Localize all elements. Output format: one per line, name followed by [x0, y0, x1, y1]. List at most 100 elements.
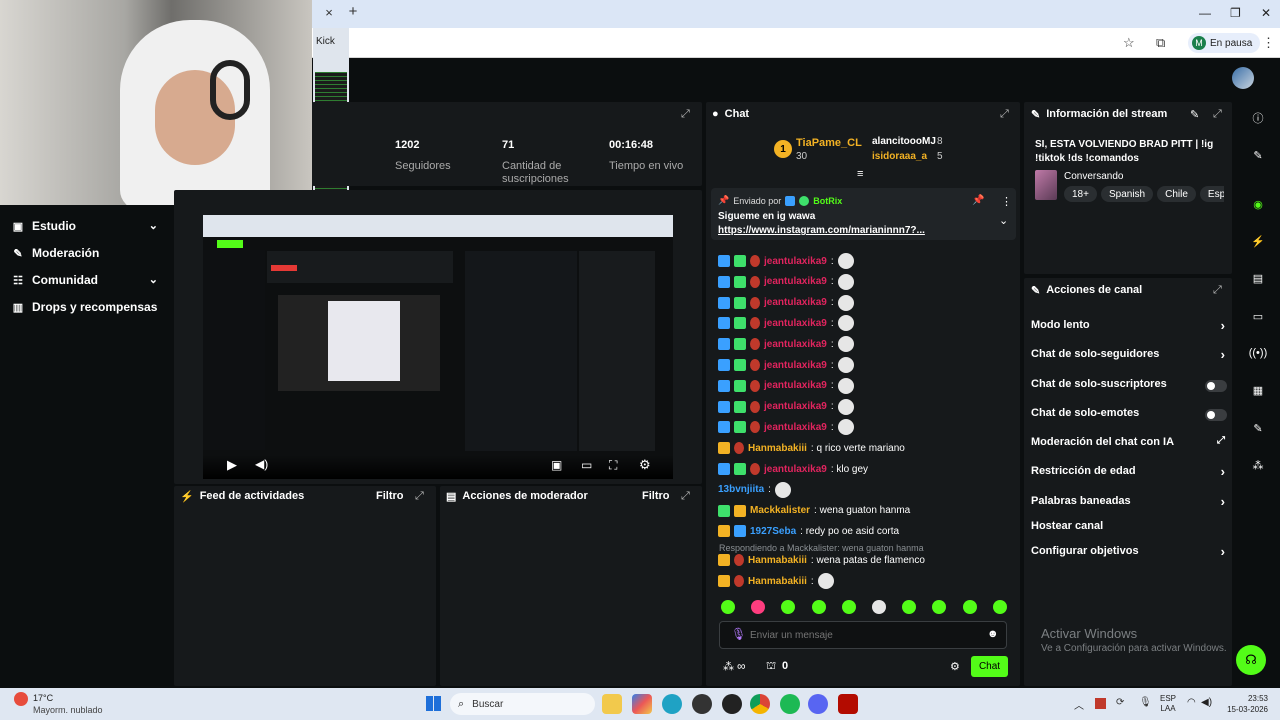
taskbar-search[interactable]: ⌕ Buscar [450, 693, 595, 715]
pencil-icon[interactable]: ✎ [1247, 144, 1269, 166]
chat-username[interactable]: jeantulaxika9 [764, 297, 827, 308]
chat-username[interactable]: Mackkalister [750, 505, 810, 516]
stream-video[interactable]: ▶ ◀) ▣ ▭ ⛶ ⚙ [203, 215, 673, 479]
chat-username[interactable]: jeantulaxika9 [764, 422, 827, 433]
expand-icon[interactable]: ⤢ [1000, 108, 1009, 121]
activity-feed-filter[interactable]: Filtro [376, 490, 404, 502]
layout-icon[interactable]: ▦ [1247, 379, 1269, 401]
chat-username[interactable]: jeantulaxika9 [764, 339, 827, 350]
profile-button[interactable]: M En pausa [1188, 33, 1261, 53]
chat-username[interactable]: Hanmabakiii [748, 576, 807, 587]
app-icon[interactable] [692, 694, 712, 714]
channel-action-row[interactable]: Chat de solo-suscriptores [1031, 378, 1227, 394]
emoji-picker-icon[interactable]: ☻ [987, 628, 999, 640]
quick-emote-icon[interactable] [841, 600, 856, 614]
tray-mic-icon[interactable]: 🎙 [1139, 697, 1152, 708]
language-indicator[interactable]: ESP LAA [1160, 694, 1176, 714]
wifi-icon[interactable]: ◠ [1187, 697, 1196, 708]
gift-icon[interactable]: ⛫ [766, 660, 776, 674]
minimize-button[interactable]: — [1199, 6, 1211, 20]
record-icon[interactable]: ◉ [1247, 193, 1269, 215]
share-icon[interactable]: ⁂ [1247, 454, 1269, 476]
bookmark-star-icon[interactable]: ☆ [1123, 35, 1135, 51]
chat-username[interactable]: Hanmabakiii [748, 443, 807, 454]
chat-input[interactable] [750, 624, 970, 646]
sidebar-item-estudio[interactable]: ▣ Estudio ⌄ [12, 219, 158, 233]
chat-settings-icon[interactable]: ⚙ [950, 660, 960, 673]
channel-action-row[interactable]: Configurar objetivos › [1031, 544, 1227, 561]
info-icon[interactable]: ⓘ [1247, 107, 1269, 129]
chat-username[interactable]: jeantulaxika9 [764, 360, 827, 371]
obs-icon[interactable] [722, 694, 742, 714]
chat-username[interactable]: 13bvnjiita [718, 484, 764, 495]
theater-icon[interactable]: ▭ [581, 458, 592, 472]
channel-action-row[interactable]: Restricción de edad › [1031, 464, 1227, 481]
new-tab-button[interactable]: + [346, 4, 360, 20]
tag[interactable]: Spanish [1100, 186, 1154, 202]
channel-action-row[interactable]: Chat de solo-emotes [1031, 407, 1227, 423]
stream-category[interactable]: Conversando [1064, 171, 1123, 182]
url-field[interactable] [360, 32, 1120, 54]
chrome-icon[interactable] [750, 694, 770, 714]
chat-bubble-icon[interactable]: ▭ [1247, 305, 1269, 327]
chat-filter-icon[interactable]: ≡ [857, 168, 863, 180]
channel-points-icon[interactable]: ⁂ [723, 660, 734, 673]
send-chat-button[interactable]: Chat [971, 656, 1008, 677]
document-icon[interactable]: ▤ [1247, 267, 1269, 289]
chat-username[interactable]: jeantulaxika9 [764, 318, 827, 329]
weather-icon[interactable] [14, 692, 28, 706]
file-explorer-icon[interactable] [602, 694, 622, 714]
lightning-icon[interactable]: ⚡ [1247, 230, 1269, 252]
chat-username[interactable]: jeantulaxika9 [764, 464, 827, 475]
pinned-link[interactable]: https://www.instagram.com/marianinnn7?..… [718, 225, 925, 236]
quick-emote-icon[interactable] [721, 600, 735, 614]
expand-icon[interactable]: ⤢ [1213, 108, 1222, 121]
acrobat-icon[interactable] [838, 694, 858, 714]
quick-emote-icon[interactable] [992, 600, 1007, 614]
quick-emote-icon[interactable] [811, 600, 826, 614]
expand-icon[interactable]: ⤢ [415, 490, 424, 503]
user-avatar[interactable] [1232, 67, 1254, 89]
gifter-name[interactable]: alancitoooMJ [872, 136, 936, 147]
expand-icon[interactable]: ⤢ [1213, 284, 1222, 297]
speaker-icon[interactable]: ◀) [1201, 697, 1212, 708]
pinned-options-icon[interactable]: ⋮ [1001, 195, 1012, 208]
quick-emote-icon[interactable] [962, 600, 977, 614]
play-icon[interactable]: ▶ [227, 457, 237, 473]
chat-username[interactable]: Hanmabakiii [748, 555, 807, 566]
settings-gear-icon[interactable]: ⚙ [639, 457, 651, 473]
close-window-button[interactable]: ✕ [1261, 6, 1271, 20]
channel-action-row[interactable]: Modo lento › [1031, 318, 1227, 335]
windows-start-icon[interactable] [426, 696, 441, 711]
maximize-button[interactable]: ❐ [1230, 6, 1241, 20]
clock[interactable]: 23:53 15-03-2026 [1218, 693, 1268, 715]
tab-close-button[interactable]: × [322, 6, 336, 20]
chat-username[interactable]: jeantulaxika9 [764, 256, 827, 267]
pip-icon[interactable]: ▣ [551, 458, 562, 472]
edit-stream-icon[interactable]: ✎ [1190, 108, 1199, 121]
spotify-icon[interactable] [780, 694, 800, 714]
sidebar-item-moderacion[interactable]: ✎ Moderación [12, 246, 158, 260]
chat-username[interactable]: 1927Seba [750, 526, 796, 537]
tray-app-icon[interactable] [1095, 698, 1106, 709]
fullscreen-icon[interactable]: ⛶ [609, 458, 617, 473]
discord-icon[interactable] [808, 694, 828, 714]
chat-username[interactable]: jeantulaxika9 [764, 276, 827, 287]
top-gifter-name[interactable]: TiaPame_CL [796, 137, 862, 149]
microphone-icon[interactable]: 🎙 [731, 627, 746, 641]
support-chat-button[interactable]: ☊ [1236, 645, 1266, 675]
expand-icon[interactable]: ⤢ [681, 490, 690, 503]
mod-actions-filter[interactable]: Filtro [642, 490, 670, 502]
extensions-icon[interactable]: ⧉ [1156, 35, 1165, 51]
toggle-switch[interactable] [1205, 380, 1227, 392]
toggle-switch[interactable] [1205, 409, 1227, 421]
volume-icon[interactable]: ◀) [255, 457, 268, 471]
menu-kebab-icon[interactable]: ⋮ [1262, 35, 1275, 51]
pinned-collapse-icon[interactable]: ⌄ [999, 214, 1008, 227]
unpin-icon[interactable]: 📌 [972, 195, 984, 206]
gifter-name[interactable]: isidoraaa_a [872, 151, 927, 162]
channel-action-row[interactable]: Chat de solo-seguidores › [1031, 347, 1227, 364]
channel-action-row[interactable]: Moderación del chat con IA ⤢ [1031, 435, 1227, 452]
broadcast-icon[interactable]: ((•)) [1247, 342, 1269, 364]
tag[interactable]: Chile [1157, 186, 1196, 202]
